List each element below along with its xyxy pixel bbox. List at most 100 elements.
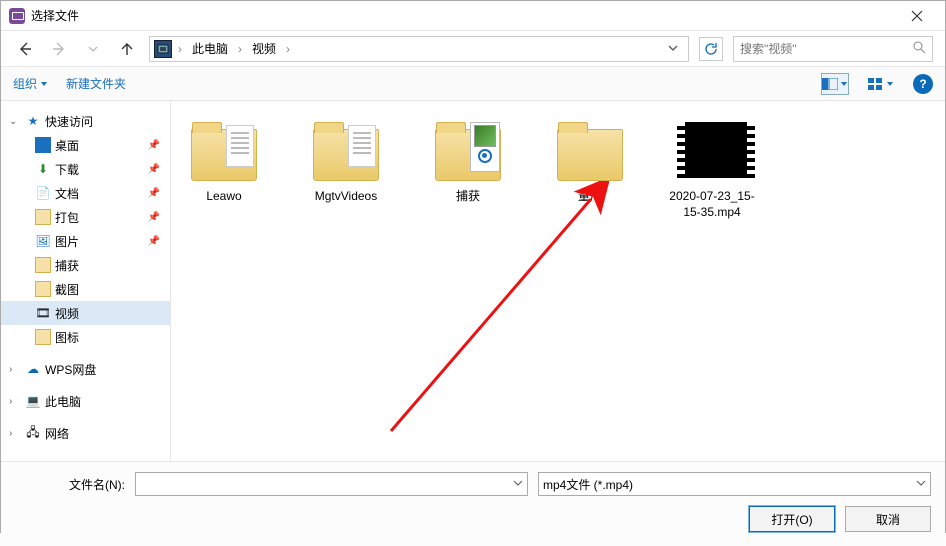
- pictures-icon: 🖼: [35, 233, 51, 249]
- open-button[interactable]: 打开(O): [749, 506, 835, 532]
- folder-item[interactable]: 量产: [545, 119, 635, 220]
- folder-icon: [554, 119, 626, 183]
- folder-item[interactable]: MgtvVideos: [301, 119, 391, 220]
- main-area: ⌄ ★ 快速访问 桌面📌 ⬇下载📌 📄文档 📌 打包📌 🖼图片📌 捕获 截图 🎞视…: [1, 101, 945, 461]
- video-icon: [676, 119, 748, 183]
- recent-dropdown[interactable]: [81, 37, 105, 61]
- chevron-down-icon: [668, 43, 678, 53]
- filetype-filter[interactable]: mp4文件 (*.mp4): [538, 472, 931, 496]
- folder-icon: [35, 281, 51, 297]
- sidebar-label: WPS网盘: [45, 361, 96, 378]
- folder-icon: [310, 119, 382, 183]
- documents-icon: 📄: [35, 185, 51, 201]
- sidebar-label: 此电脑: [45, 393, 81, 410]
- item-label: 捕获: [456, 189, 480, 205]
- help-icon: ?: [919, 77, 926, 91]
- breadcrumb-videos[interactable]: 视频: [248, 38, 280, 59]
- sidebar-item-label: 打包: [55, 209, 79, 226]
- view-icons-icon: [868, 78, 884, 90]
- window-title: 选择文件: [31, 7, 897, 24]
- chevron-down-icon: [916, 478, 926, 488]
- filter-value: mp4文件 (*.mp4): [543, 476, 633, 493]
- chevron-down-icon: [886, 80, 894, 88]
- filename-input[interactable]: [135, 472, 528, 496]
- network-icon: 🖧: [25, 425, 41, 441]
- cancel-button[interactable]: 取消: [845, 506, 931, 532]
- sidebar-item-label: 文档: [55, 185, 79, 202]
- sidebar[interactable]: ⌄ ★ 快速访问 桌面📌 ⬇下载📌 📄文档 📌 打包📌 🖼图片📌 捕获 截图 🎞视…: [1, 101, 171, 461]
- chevron-right-icon: ›: [234, 42, 246, 56]
- desktop-icon: [35, 137, 51, 153]
- sidebar-quick-access[interactable]: ⌄ ★ 快速访问: [1, 109, 170, 133]
- folder-icon: [35, 329, 51, 345]
- chevron-down-icon: [840, 80, 848, 88]
- new-folder-button[interactable]: 新建文件夹: [66, 75, 126, 92]
- view-left-button[interactable]: [821, 73, 849, 95]
- refresh-icon: [704, 42, 718, 56]
- sidebar-item-documents[interactable]: 📄文档 📌: [1, 181, 170, 205]
- video-item[interactable]: 2020-07-23_15-15-35.mp4: [667, 119, 757, 220]
- up-button[interactable]: [115, 37, 139, 61]
- sidebar-item-label: 桌面: [55, 137, 79, 154]
- sidebar-item-icons[interactable]: 图标: [1, 325, 170, 349]
- search-icon[interactable]: [913, 41, 926, 57]
- search-box[interactable]: [733, 36, 933, 62]
- filter-dropdown[interactable]: [916, 477, 926, 491]
- folder-icon: [35, 257, 51, 273]
- toolbar: 组织 新建文件夹 ?: [1, 67, 945, 101]
- folder-icon: [432, 119, 504, 183]
- breadcrumb-this-pc[interactable]: 此电脑: [188, 38, 232, 59]
- folder-icon: [35, 209, 51, 225]
- sidebar-item-downloads[interactable]: ⬇下载📌: [1, 157, 170, 181]
- item-label: 量产: [578, 189, 602, 205]
- sidebar-label: 快速访问: [45, 113, 93, 130]
- chevron-down-icon: [40, 80, 48, 88]
- sidebar-item-desktop[interactable]: 桌面📌: [1, 133, 170, 157]
- file-list[interactable]: Leawo MgtvVideos 捕获 量产 2020-07-23_15-15-…: [171, 101, 945, 461]
- chevron-down-icon: [513, 478, 523, 488]
- chevron-right-icon: ›: [9, 396, 21, 407]
- sidebar-item-label: 下载: [55, 161, 79, 178]
- sidebar-item-screenshot[interactable]: 截图: [1, 277, 170, 301]
- arrow-right-icon: [51, 41, 67, 57]
- search-input[interactable]: [740, 42, 913, 56]
- pin-icon: 📌: [148, 188, 160, 199]
- chevron-down-icon: [88, 44, 98, 54]
- sidebar-this-pc[interactable]: › 💻此电脑: [1, 389, 170, 413]
- chevron-right-icon: ›: [9, 364, 21, 375]
- close-icon: [911, 10, 923, 22]
- sidebar-item-pictures[interactable]: 🖼图片📌: [1, 229, 170, 253]
- breadcrumb[interactable]: › 此电脑 › 视频 ›: [149, 36, 689, 62]
- filename-dropdown[interactable]: [513, 477, 523, 491]
- help-button[interactable]: ?: [913, 74, 933, 94]
- breadcrumb-dropdown[interactable]: [662, 42, 684, 56]
- sidebar-item-label: 图片: [55, 233, 79, 250]
- organize-menu[interactable]: 组织: [13, 75, 48, 92]
- item-label: MgtvVideos: [315, 189, 377, 205]
- back-button[interactable]: [13, 37, 37, 61]
- item-label: 2020-07-23_15-15-35.mp4: [667, 189, 757, 220]
- close-button[interactable]: [897, 2, 937, 30]
- cloud-icon: ☁: [25, 361, 41, 377]
- sidebar-item-capture[interactable]: 捕获: [1, 253, 170, 277]
- sidebar-wps[interactable]: › ☁WPS网盘: [1, 357, 170, 381]
- view-panel-icon: [822, 78, 838, 90]
- sidebar-item-label: 视频: [55, 305, 79, 322]
- forward-button[interactable]: [47, 37, 71, 61]
- dialog-footer: 文件名(N): mp4文件 (*.mp4) 打开(O) 取消: [1, 461, 945, 546]
- chevron-right-icon: ›: [9, 428, 21, 439]
- sidebar-item-pack[interactable]: 打包📌: [1, 205, 170, 229]
- computer-icon: 💻: [25, 393, 41, 409]
- sidebar-network[interactable]: ›🖧网络: [1, 421, 170, 445]
- folder-item[interactable]: Leawo: [179, 119, 269, 220]
- folder-icon: [188, 119, 260, 183]
- folder-item[interactable]: 捕获: [423, 119, 513, 220]
- view-right-button[interactable]: [867, 73, 895, 95]
- chevron-right-icon: ›: [174, 42, 186, 56]
- sidebar-item-videos[interactable]: 🎞视频: [1, 301, 170, 325]
- filename-label: 文件名(N):: [15, 476, 125, 493]
- organize-label: 组织: [13, 75, 37, 92]
- sidebar-item-label: 捕获: [55, 257, 79, 274]
- titlebar: 选择文件: [1, 1, 945, 31]
- refresh-button[interactable]: [699, 37, 723, 61]
